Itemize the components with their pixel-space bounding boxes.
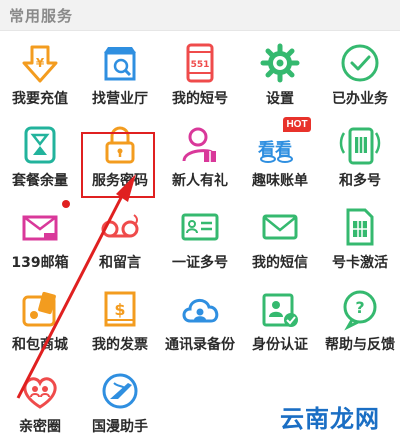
service-label: 我的发票	[92, 337, 148, 353]
service-139-mail[interactable]: 139邮箱	[0, 197, 80, 277]
red-dot-marker	[62, 200, 70, 208]
globe-plane-icon	[98, 369, 142, 413]
service-label: 我要充值	[12, 91, 68, 107]
hourglass-icon	[18, 123, 62, 167]
svg-text:$: $	[114, 300, 125, 319]
service-my-sms[interactable]: 我的短信	[240, 197, 320, 277]
service-label: 已办业务	[332, 91, 388, 107]
service-my-invoice[interactable]: $ 我的发票	[80, 279, 160, 359]
service-label: 和多号	[339, 173, 381, 189]
person-gift-icon	[178, 123, 222, 167]
cloud-contacts-icon	[178, 287, 222, 331]
section-title: 常用服务	[9, 7, 74, 25]
service-label: 亲密圈	[19, 419, 61, 435]
voicemail-icon	[98, 205, 142, 249]
yuan-arrow-icon: ¥	[18, 41, 62, 85]
service-newcomer-gift[interactable]: 新人有礼	[160, 115, 240, 195]
service-recharge[interactable]: ¥ 我要充值	[0, 33, 80, 113]
service-label: 一证多号	[172, 255, 228, 271]
service-label: 139邮箱	[11, 255, 69, 271]
service-label: 设置	[266, 91, 294, 107]
service-intimate-circle[interactable]: 亲密圈	[0, 361, 80, 441]
svg-text:¥: ¥	[36, 56, 45, 70]
services-grid: ¥ 我要充值 找营业厅 551 我的短号 设置 已办业务 套餐余量 服务密码 新…	[0, 33, 400, 442]
service-label: 帮助与反馈	[325, 337, 395, 353]
service-label: 新人有礼	[172, 173, 228, 189]
service-find-store[interactable]: 找营业厅	[80, 33, 160, 113]
service-completed[interactable]: 已办业务	[320, 33, 400, 113]
heart-people-icon	[18, 369, 62, 413]
envelope-icon	[258, 205, 302, 249]
service-label: 号卡激活	[332, 255, 388, 271]
service-label: 我的短号	[172, 91, 228, 107]
help-bubble-icon: ?	[338, 287, 382, 331]
service-identity-verify[interactable]: 身份认证	[240, 279, 320, 359]
phone-551-icon: 551	[178, 41, 222, 85]
service-label: 和包商城	[12, 337, 68, 353]
hot-badge: HOT	[283, 117, 311, 132]
service-short-number[interactable]: 551 我的短号	[160, 33, 240, 113]
service-label: 找营业厅	[92, 91, 148, 107]
service-label: 通讯录备份	[165, 337, 235, 353]
section-header: 常用服务	[0, 0, 400, 31]
service-roaming-assistant[interactable]: 国漫助手	[80, 361, 160, 441]
store-search-icon	[98, 41, 142, 85]
mail-139-icon	[18, 205, 62, 249]
service-contacts-backup[interactable]: 通讯录备份	[160, 279, 240, 359]
service-hebao-mall[interactable]: 和包商城	[0, 279, 80, 359]
svg-text:?: ?	[355, 298, 364, 317]
service-settings[interactable]: 设置	[240, 33, 320, 113]
service-voicemail[interactable]: 和留言	[80, 197, 160, 277]
service-help-feedback[interactable]: ? 帮助与反馈	[320, 279, 400, 359]
service-multi-number[interactable]: 和多号	[320, 115, 400, 195]
check-circle-icon	[338, 41, 382, 85]
service-label: 套餐余量	[12, 173, 68, 189]
highlight-box	[81, 132, 155, 198]
service-label: 国漫助手	[92, 419, 148, 435]
service-id-multi-number[interactable]: 一证多号	[160, 197, 240, 277]
id-card-icon	[178, 205, 222, 249]
multi-sim-phone-icon	[338, 123, 382, 167]
service-plan-balance[interactable]: 套餐余量	[0, 115, 80, 195]
invoice-icon: $	[98, 287, 142, 331]
watermark-text: 云南龙网	[280, 405, 380, 433]
service-label: 和留言	[99, 255, 141, 271]
sim-card-icon	[338, 205, 382, 249]
wallet-shop-icon	[18, 287, 62, 331]
svg-text:551: 551	[191, 60, 210, 70]
service-label: 我的短信	[252, 255, 308, 271]
service-label: 趣味账单	[252, 173, 308, 189]
service-label: 身份认证	[252, 337, 308, 353]
service-sim-activation[interactable]: 号卡激活	[320, 197, 400, 277]
id-verify-icon	[258, 287, 302, 331]
gear-icon	[258, 41, 302, 85]
